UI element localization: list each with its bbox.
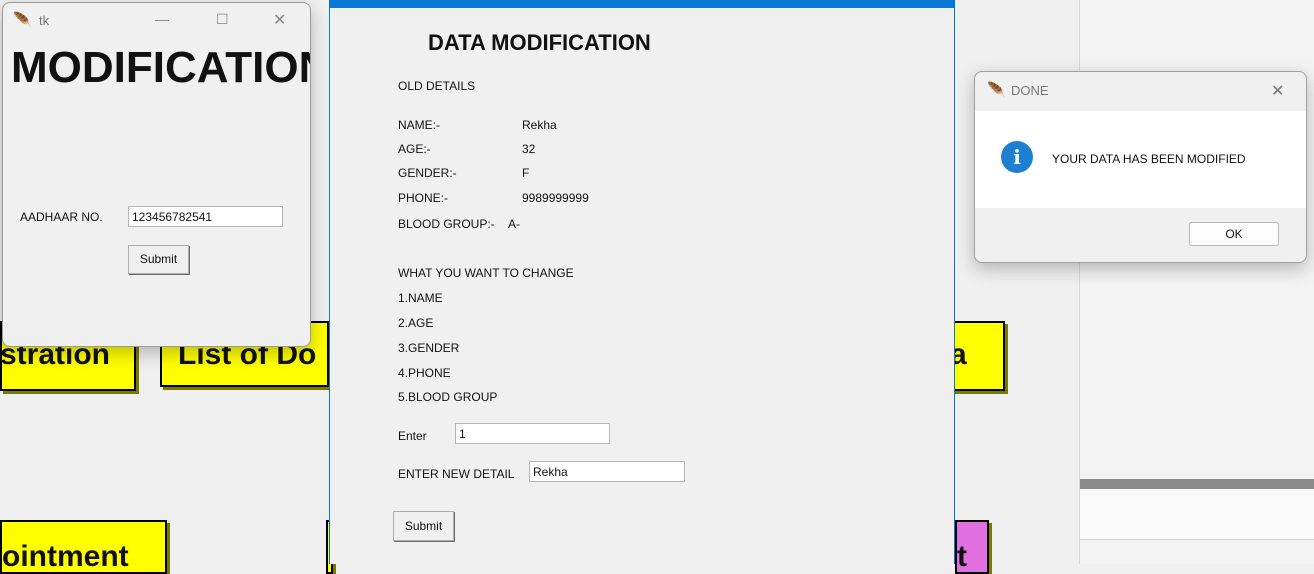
phone-value: 9989999999 (522, 191, 589, 205)
change-prompt: WHAT YOU WANT TO CHANGE (398, 266, 574, 280)
enter-label: Enter (398, 429, 427, 443)
dialog-title: DONE (1011, 83, 1049, 98)
ok-button[interactable]: OK (1189, 222, 1279, 246)
aadhaar-input[interactable]: 123456782541 (128, 206, 283, 227)
age-value: 32 (522, 142, 536, 156)
aadhaar-label: AADHAAR NO. (20, 210, 103, 224)
modify-submit-button[interactable]: Submit (393, 511, 454, 541)
blood-group-label: BLOOD GROUP:- (398, 217, 495, 231)
name-label: NAME:- (398, 118, 440, 132)
close-icon[interactable]: ✕ (273, 10, 286, 30)
feather-icon: 🪶 (13, 12, 32, 29)
blood-group-value: A- (508, 217, 520, 231)
info-icon: i (1001, 141, 1033, 173)
option-phone: 4.PHONE (398, 366, 451, 380)
window-accent-bar (330, 0, 954, 8)
old-details-label: OLD DETAILS (398, 79, 476, 93)
option-blood-group: 5.BLOOD GROUP (398, 390, 498, 404)
phone-label: PHONE:- (398, 191, 449, 205)
tk-submit-button[interactable]: Submit (128, 245, 189, 274)
done-dialog: 🪶 DONE ✕ i YOUR DATA HAS BEEN MODIFIED O… (974, 71, 1307, 263)
tk-titlebar: 🪶 tk — ☐ ✕ (3, 3, 310, 39)
background-divider (1080, 479, 1314, 489)
choice-input[interactable]: 1 (455, 423, 610, 444)
dialog-body: i YOUR DATA HAS BEEN MODIFIED (975, 111, 1306, 208)
minimize-icon[interactable]: — (155, 11, 169, 27)
option-gender: 3.GENDER (398, 341, 460, 355)
gender-label: GENDER:- (398, 166, 457, 180)
option-age: 2.AGE (398, 316, 434, 330)
feather-icon: 🪶 (987, 82, 1006, 99)
data-modification-window: DATA MODIFICATION OLD DETAILS NAME:- Rek… (329, 0, 955, 564)
name-value: Rekha (522, 118, 557, 132)
background-strip (1080, 489, 1314, 540)
tk-window-title: tk (39, 13, 50, 28)
dialog-message: YOUR DATA HAS BEEN MODIFIED (1052, 152, 1246, 166)
tk-heading: MODIFICATION (11, 43, 311, 92)
close-icon[interactable]: ✕ (1271, 81, 1284, 101)
tk-window: 🪶 tk — ☐ ✕ MODIFICATION AADHAAR NO. 1234… (2, 2, 311, 347)
maximize-icon[interactable]: ☐ (216, 11, 229, 28)
age-label: AGE:- (398, 142, 431, 156)
new-detail-input[interactable]: Rekha (529, 461, 685, 482)
page-title: DATA MODIFICATION (428, 30, 651, 55)
option-name: 1.NAME (398, 291, 443, 305)
gender-value: F (522, 166, 530, 180)
purple-button[interactable]: t (955, 520, 989, 574)
new-detail-label: ENTER NEW DETAIL (398, 467, 515, 481)
appointment-button[interactable]: ointment (0, 520, 167, 574)
